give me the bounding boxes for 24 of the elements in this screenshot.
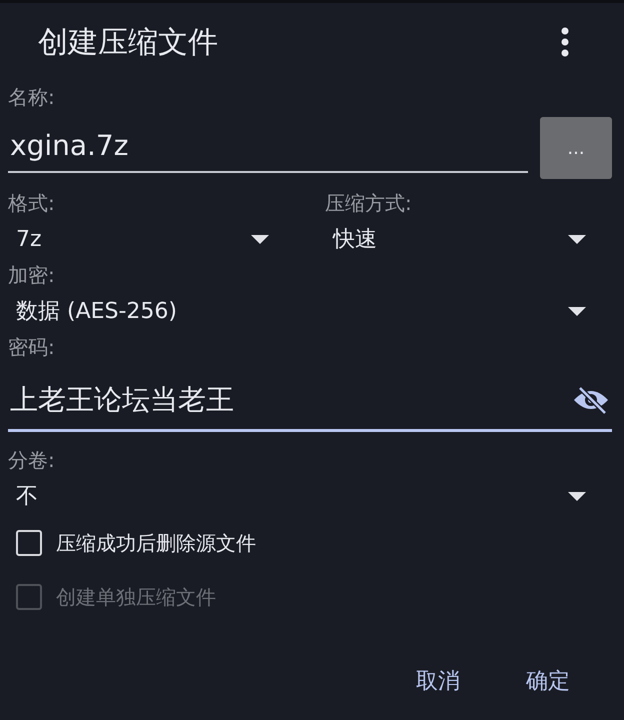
password-field[interactable]: 上老王论坛当老王 bbox=[8, 371, 612, 432]
field-label: 分卷: bbox=[8, 447, 56, 474]
caret-icon bbox=[568, 234, 586, 244]
browse-button[interactable]: ... bbox=[540, 117, 612, 179]
dropdown[interactable]: 7z bbox=[8, 219, 295, 259]
dropdown[interactable]: 数据 (AES-256) bbox=[8, 291, 612, 331]
dialog-button[interactable]: 确定 bbox=[524, 662, 572, 700]
dialog-button[interactable]: 取消 bbox=[414, 662, 462, 700]
caret-icon bbox=[568, 306, 586, 316]
option-label: 压缩成功后删除源文件 bbox=[56, 530, 256, 556]
more-options-icon[interactable] bbox=[560, 27, 570, 57]
field-label: 格式: bbox=[8, 190, 56, 217]
field-label: 加密: bbox=[8, 262, 56, 289]
option-label: 创建单独压缩文件 bbox=[56, 584, 216, 610]
dropdown[interactable]: 快速 bbox=[325, 219, 612, 259]
caret-icon bbox=[568, 492, 586, 500]
dialog-title: 创建压缩文件 bbox=[38, 24, 218, 62]
field-label: 密码: bbox=[8, 334, 56, 361]
dropdown[interactable]: 不 bbox=[8, 476, 612, 516]
name-field[interactable]: xgina.7z bbox=[8, 123, 528, 173]
eye-slash-icon[interactable] bbox=[572, 385, 610, 415]
field-label: 名称: bbox=[8, 84, 56, 111]
field-label: 压缩方式: bbox=[325, 190, 413, 217]
caret-icon bbox=[251, 234, 269, 244]
